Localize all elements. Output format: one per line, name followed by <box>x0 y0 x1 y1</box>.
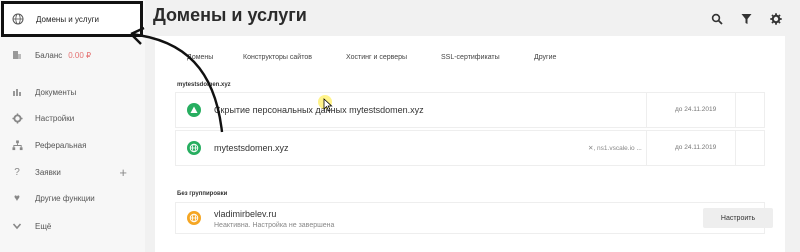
annotation-arrow <box>130 26 224 133</box>
cursor-icon <box>323 98 333 112</box>
